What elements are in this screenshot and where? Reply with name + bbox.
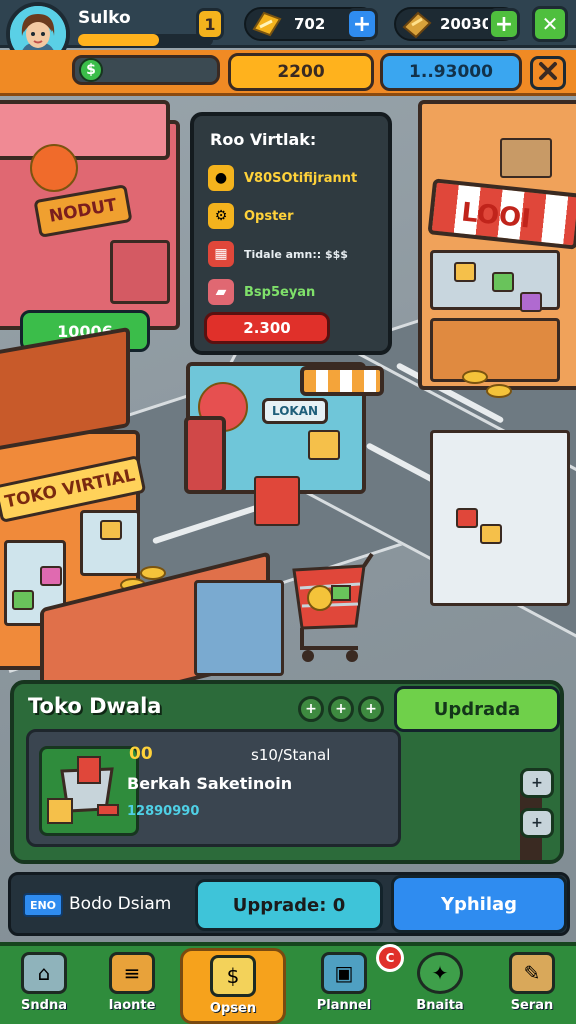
display-shelf bbox=[194, 580, 284, 676]
cash-icon: $ bbox=[79, 58, 103, 82]
shop-emblem bbox=[30, 144, 78, 192]
shop-roof-left bbox=[0, 100, 170, 160]
small-plus-button[interactable]: + bbox=[358, 696, 384, 722]
coin-pile-icon: ● bbox=[208, 165, 234, 191]
info-popup: Roo Virtlak: ● V80SOtifijrannt ⚙ Opster … bbox=[190, 112, 392, 355]
popup-row-text: Bsp5eyan bbox=[244, 284, 316, 300]
coin bbox=[486, 384, 512, 398]
nav-label: Seran bbox=[510, 998, 554, 1013]
gold-bar-icon bbox=[400, 7, 434, 41]
upgrade-zero-button[interactable]: Upprade: 0 bbox=[195, 879, 383, 931]
close-button[interactable]: ✕ bbox=[532, 6, 568, 42]
shelf bbox=[110, 240, 170, 304]
coin bbox=[462, 370, 488, 384]
box bbox=[254, 476, 300, 526]
nav-item-coins[interactable]: ≡ Iaonte bbox=[88, 952, 176, 1024]
gold-value-bar: 2200 bbox=[228, 53, 374, 91]
blue-value-bar: 1..93000 bbox=[380, 53, 522, 91]
popup-row-text: Opster bbox=[244, 208, 294, 224]
box bbox=[40, 566, 62, 586]
store-tag: ENO bbox=[23, 893, 63, 917]
popup-row: ● V80SOtifijrannt bbox=[208, 159, 378, 197]
compass-icon: ✦ bbox=[417, 952, 463, 994]
action-bar: ENO Bodo Dsiam Upprade: 0 Yphilag bbox=[8, 872, 570, 936]
item-rate: s10/Stanal bbox=[251, 746, 331, 764]
box bbox=[480, 524, 502, 544]
notification-badge: C bbox=[376, 944, 404, 972]
coin-bag-icon: $ bbox=[210, 955, 256, 997]
xp-bar bbox=[78, 34, 213, 46]
store-name: Bodo Dsiam bbox=[69, 894, 172, 914]
shop-item-card[interactable]: 00 s10/Stanal Berkah Saketinoin 12890990 bbox=[26, 729, 401, 847]
shop-panel: Toko Dwala + + + Updrada 00 s10/Stanal B… bbox=[10, 680, 564, 864]
item-value: 00 bbox=[129, 744, 153, 764]
box bbox=[308, 430, 340, 460]
gem-icon bbox=[250, 7, 284, 41]
gear-icon: ⚙ bbox=[208, 203, 234, 229]
nav-label: Bnaita bbox=[416, 998, 464, 1013]
item-name: Berkah Saketinoin bbox=[127, 774, 293, 793]
bottom-nav: ⌂ Sndna ≡ Iaonte $ Opsen ▣ Plannel ✦ Bna… bbox=[0, 942, 576, 1024]
shopping-cart-icon[interactable] bbox=[286, 548, 376, 668]
upgrade-button[interactable]: Updrada bbox=[394, 686, 560, 732]
currency-a-value: 702 bbox=[294, 15, 326, 33]
popup-row: ⚙ Opster bbox=[208, 197, 378, 235]
box bbox=[520, 292, 542, 312]
side-plus-button[interactable]: + bbox=[520, 808, 554, 838]
kiosk-awning bbox=[300, 366, 384, 396]
add-currency-b-button[interactable]: + bbox=[488, 8, 520, 40]
small-plus-button[interactable]: + bbox=[328, 696, 354, 722]
nav-item-panel[interactable]: ▣ Plannel bbox=[300, 952, 388, 1024]
box bbox=[500, 138, 552, 178]
box bbox=[492, 272, 514, 292]
wrench-icon bbox=[537, 60, 559, 87]
crate-icon: ▣ bbox=[321, 952, 367, 994]
nav-label: Sndna bbox=[21, 998, 67, 1013]
popup-row-text: V80SOtifijrannt bbox=[244, 170, 358, 186]
nav-label: Iaonte bbox=[108, 998, 156, 1013]
nav-item-map[interactable]: ✦ Bnaita bbox=[396, 952, 484, 1024]
nav-item-open[interactable]: $ Opsen bbox=[180, 948, 286, 1024]
popup-price-button[interactable]: 2.300 bbox=[204, 312, 330, 344]
house-icon: ⌂ bbox=[21, 952, 67, 994]
right-shelf bbox=[430, 430, 570, 606]
nav-item-quests[interactable]: ✎ Seran bbox=[488, 952, 576, 1024]
coins-stack-icon: ≡ bbox=[109, 952, 155, 994]
kiosk-pillar bbox=[184, 416, 226, 494]
popup-row-text: Tidale amn:: $$$ bbox=[244, 247, 348, 261]
box bbox=[100, 520, 122, 540]
scroll-icon: ✎ bbox=[509, 952, 555, 994]
side-plus-button[interactable]: + bbox=[520, 768, 554, 798]
box bbox=[456, 508, 478, 528]
popup-title: Roo Virtlak: bbox=[210, 130, 317, 149]
tools-button[interactable] bbox=[530, 56, 566, 90]
nav-item-home[interactable]: ⌂ Sndna bbox=[0, 952, 88, 1024]
shelf bbox=[430, 318, 560, 382]
box bbox=[454, 262, 476, 282]
cash-bar: $ bbox=[72, 55, 220, 85]
chart-icon: ▦ bbox=[208, 241, 234, 267]
xp-bar-fill bbox=[78, 34, 159, 46]
cart-illustration bbox=[39, 746, 139, 836]
eraser-icon: ▰ bbox=[208, 279, 234, 305]
box bbox=[12, 590, 34, 610]
player-name: Sulko bbox=[78, 8, 131, 28]
shop-title: Toko Dwala bbox=[28, 694, 162, 718]
nav-label: Plannel bbox=[316, 998, 372, 1013]
kiosk-sign: LOKAN bbox=[262, 398, 328, 424]
nav-label: Opsen bbox=[209, 1001, 257, 1016]
right-action-button[interactable]: Yphilag bbox=[391, 875, 567, 933]
item-code: 12890990 bbox=[127, 804, 200, 819]
currency-b-value: 20030 bbox=[440, 15, 493, 33]
level-badge[interactable]: 1 bbox=[196, 8, 224, 40]
popup-row: ▦ Tidale amn:: $$$ bbox=[208, 235, 378, 273]
add-currency-a-button[interactable]: + bbox=[346, 8, 378, 40]
small-plus-button[interactable]: + bbox=[298, 696, 324, 722]
popup-row: ▰ Bsp5eyan bbox=[208, 273, 378, 311]
